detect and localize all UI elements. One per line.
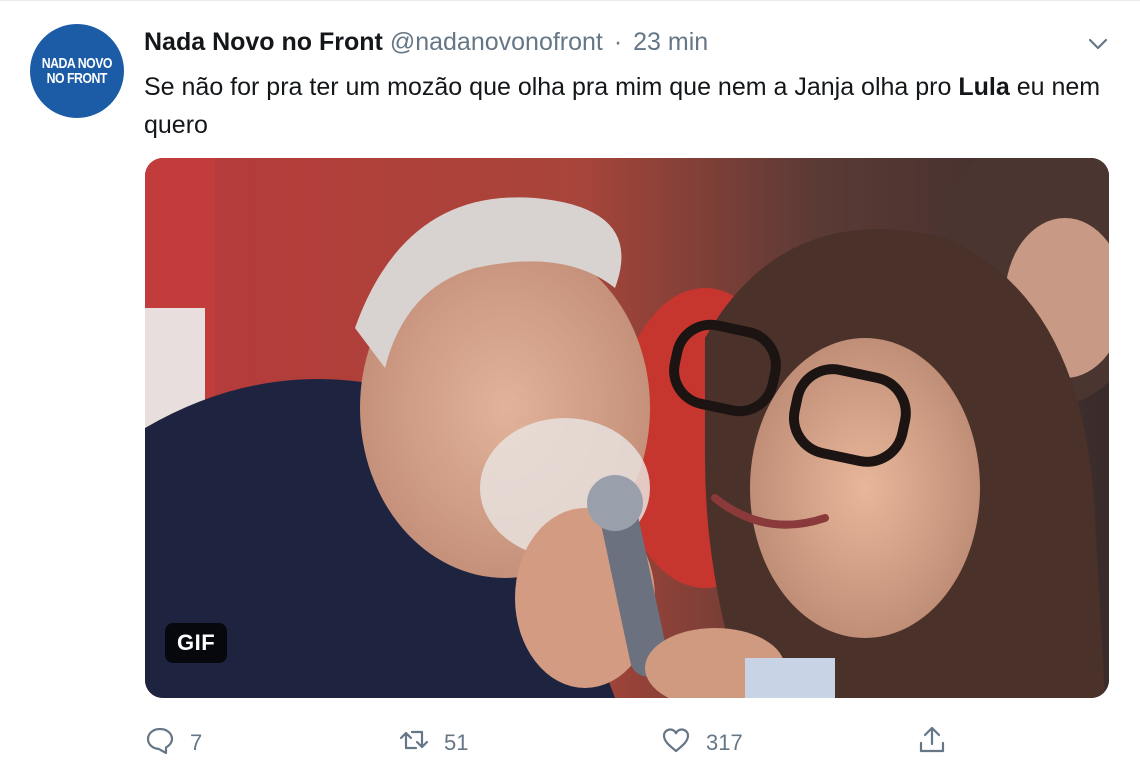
- separator-dot: ·: [613, 28, 623, 56]
- like-button[interactable]: 317: [660, 724, 743, 762]
- share-button[interactable]: [916, 724, 948, 762]
- avatar-text-line1: NADA NOVO: [41, 55, 113, 72]
- reply-button[interactable]: 7: [144, 724, 202, 762]
- tweet-text-part1: Se não for pra ter um mozão que olha pra…: [144, 73, 959, 101]
- reply-count: 7: [190, 730, 203, 755]
- chevron-down-icon[interactable]: [1084, 30, 1112, 58]
- gif-frame-image: [145, 158, 1109, 698]
- retweet-icon: [398, 724, 430, 762]
- like-count: 317: [706, 730, 743, 755]
- reply-icon: [144, 724, 176, 762]
- retweet-button[interactable]: 51: [398, 724, 468, 762]
- heart-icon: [660, 724, 692, 762]
- user-handle[interactable]: @nadanovonofront: [390, 28, 603, 56]
- tweet-header: Nada Novo no Front @nadanovonofront · 23…: [144, 28, 708, 57]
- gif-badge: GIF: [165, 623, 228, 663]
- tweet-card[interactable]: NADA NOVO NO FRONT Nada Novo no Front @n…: [0, 0, 1140, 768]
- tweet-media-gif[interactable]: GIF: [145, 158, 1109, 698]
- tweet-actions: 7 51 317: [0, 724, 1140, 768]
- display-name[interactable]: Nada Novo no Front: [144, 28, 383, 56]
- retweet-count: 51: [444, 730, 469, 755]
- avatar-text-line2: NO FRONT: [46, 70, 108, 87]
- tweet-text: Se não for pra ter um mozão que olha pra…: [144, 68, 1104, 144]
- share-icon: [916, 724, 948, 762]
- tweet-text-highlight[interactable]: Lula: [958, 73, 1009, 101]
- top-divider: [0, 0, 1140, 1]
- avatar[interactable]: NADA NOVO NO FRONT: [30, 24, 124, 118]
- timestamp[interactable]: 23 min: [633, 28, 708, 56]
